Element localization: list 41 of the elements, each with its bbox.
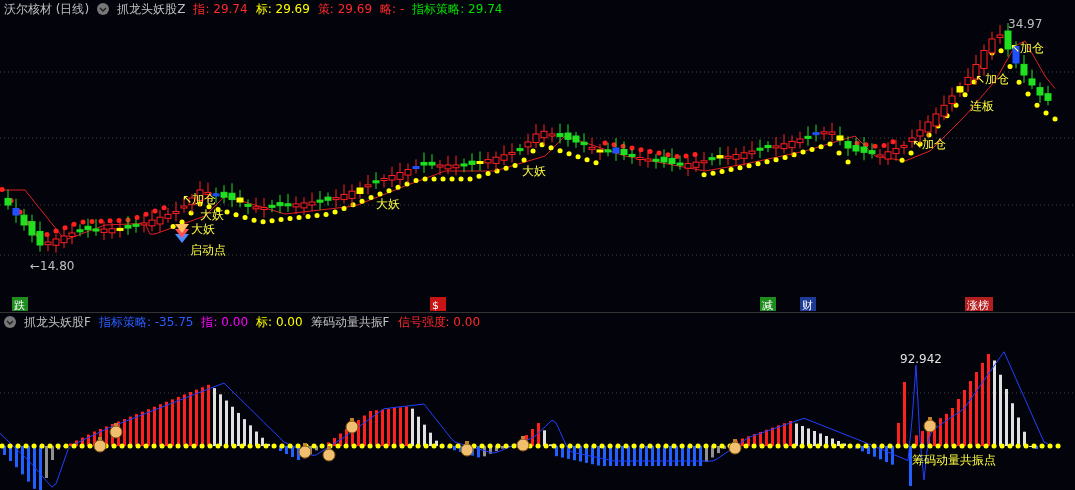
indicator-reading: 筹码动量共振F: [310, 313, 390, 331]
indicator-reading: 指标策略: -35.75: [98, 313, 194, 331]
money-bag-icon: [923, 417, 937, 433]
indicator-name: 抓龙头妖股Z: [117, 1, 186, 18]
money-bag-icon: [93, 437, 107, 453]
money-bag-icon: [460, 441, 474, 457]
money-bag-icon: [322, 446, 336, 462]
money-bag-icon: [728, 439, 742, 455]
chart-annotation: ↖加仓: [182, 192, 217, 206]
indicator-reading: 指: 29.74: [193, 1, 248, 18]
signal-tag: $: [430, 297, 446, 312]
dropdown-icon[interactable]: [97, 3, 110, 15]
indicator-reading: 标: 0.00: [256, 313, 303, 331]
chart-annotation: 92.942: [900, 352, 942, 366]
chart-annotation: 34.97: [1008, 18, 1043, 31]
money-bag-icon: [298, 443, 312, 459]
chart-annotation: ↖加仓: [975, 72, 1010, 86]
money-bag-icon: [109, 423, 123, 439]
chart-annotation: 连板: [970, 99, 994, 113]
chart-annotation: 筹码动量共振点: [912, 453, 996, 467]
money-bag-icon: [345, 418, 359, 434]
dropdown-icon[interactable]: [4, 315, 16, 328]
indicator-reading: 信号强度: 0.00: [397, 313, 481, 331]
chart-annotation: 大妖: [522, 164, 546, 178]
chart-annotation: 大妖: [191, 222, 215, 236]
chart-annotation: 大妖: [376, 197, 400, 211]
stock-title: 沃尔核材 (日线): [4, 1, 90, 18]
chart-annotation: ←14.80: [30, 259, 75, 273]
signal-tag: 跌: [12, 297, 28, 312]
indicator-reading: 策: 29.69: [317, 1, 373, 18]
chart-annotation: 启动点: [190, 243, 226, 257]
signal-tag: 财: [800, 297, 816, 312]
indicator-reading: 略: -: [380, 1, 405, 18]
indicator-reading: 指标策略: 29.74: [412, 1, 503, 18]
money-bag-icon: [516, 436, 530, 452]
indicator-reading: 标: 29.69: [255, 1, 310, 18]
chart-annotation: ↖加仓: [912, 137, 947, 151]
indicator-reading: 指: 0.00: [201, 313, 249, 331]
signal-tag: 减: [760, 297, 776, 312]
indicator-name: 抓龙头妖股F: [24, 313, 91, 331]
signal-tag: 涨榜: [965, 297, 993, 312]
